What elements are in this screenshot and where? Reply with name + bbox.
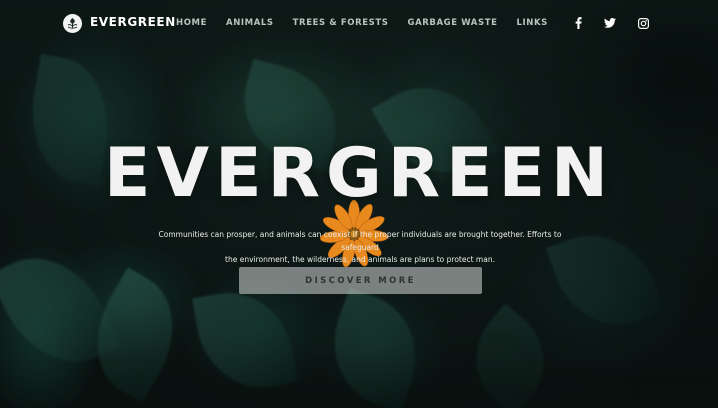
nav-link-trees-forests[interactable]: TREES & FORESTS bbox=[293, 18, 389, 28]
hero-description-line-1: Communities can prosper, and animals can… bbox=[158, 230, 562, 252]
nav-link-links[interactable]: LINKS bbox=[517, 18, 548, 28]
nav-link-home[interactable]: HOME bbox=[176, 18, 207, 28]
hero-description-line-2: the environment, the wilderness, and ani… bbox=[225, 255, 495, 264]
facebook-icon[interactable] bbox=[573, 16, 583, 30]
hero-description: Communities can prosper, and animals can… bbox=[145, 229, 575, 267]
discover-more-button[interactable]: DISCOVER MORE bbox=[239, 267, 482, 294]
nav-link-animals[interactable]: ANIMALS bbox=[226, 18, 274, 28]
brand-name[interactable]: EVERGREEN bbox=[90, 15, 176, 29]
instagram-icon[interactable] bbox=[637, 16, 649, 30]
logo-icon[interactable] bbox=[63, 14, 82, 33]
twitter-icon[interactable] bbox=[603, 16, 616, 30]
nav-link-garbage-waste[interactable]: GARBAGE WASTE bbox=[408, 18, 498, 28]
nav-links: HOME ANIMALS TREES & FORESTS GARBAGE WAS… bbox=[176, 18, 567, 28]
top-navigation: EVERGREEN HOME ANIMALS TREES & FORESTS G… bbox=[0, 0, 718, 46]
hero-headline: EVERGREEN bbox=[104, 134, 614, 213]
